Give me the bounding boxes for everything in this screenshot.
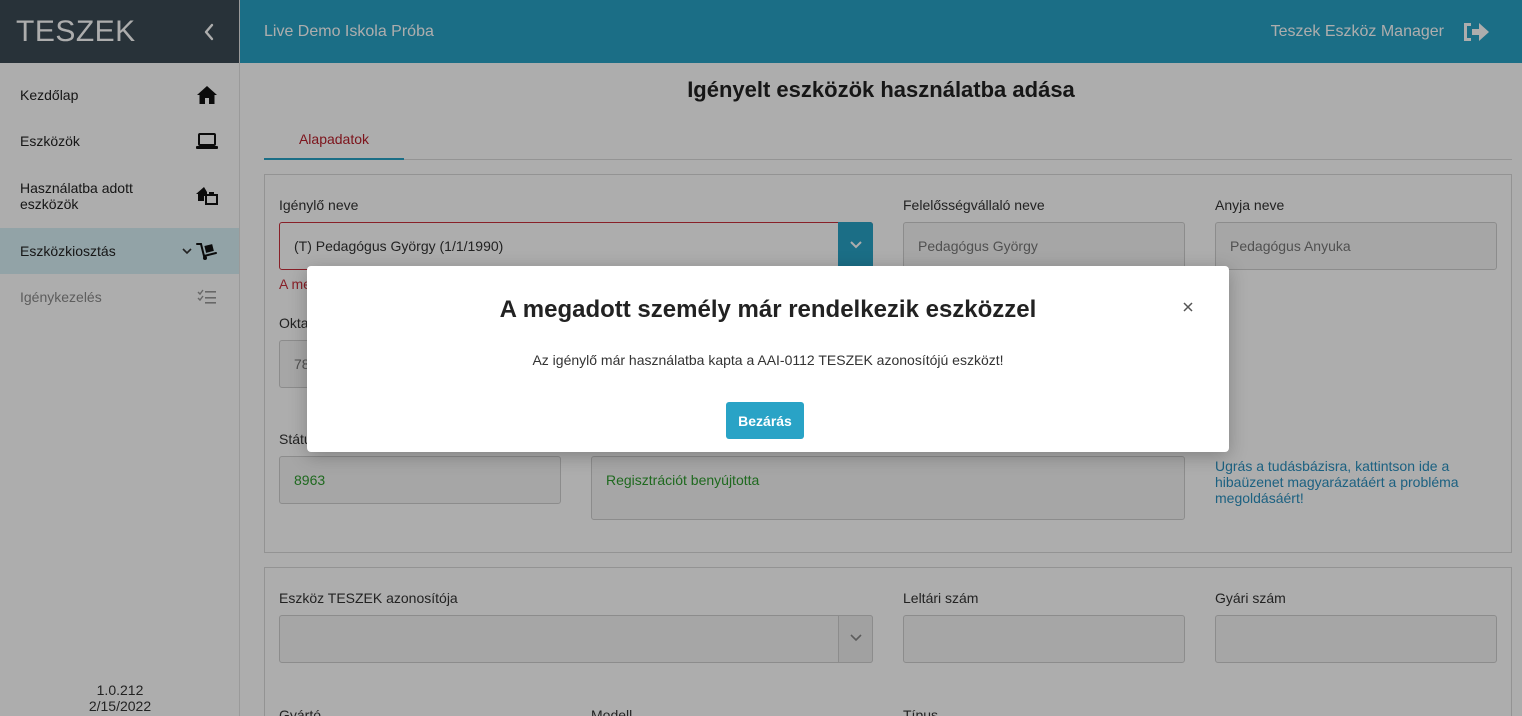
close-icon[interactable] bbox=[1181, 300, 1195, 314]
close-button[interactable]: Bezárás bbox=[726, 402, 804, 439]
modal-message: Az igénylő már használatba kapta a AAI-0… bbox=[532, 352, 1004, 368]
alert-modal: A megadott személy már rendelkezik eszkö… bbox=[307, 266, 1229, 452]
modal-title: A megadott személy már rendelkezik eszkö… bbox=[499, 296, 1037, 323]
